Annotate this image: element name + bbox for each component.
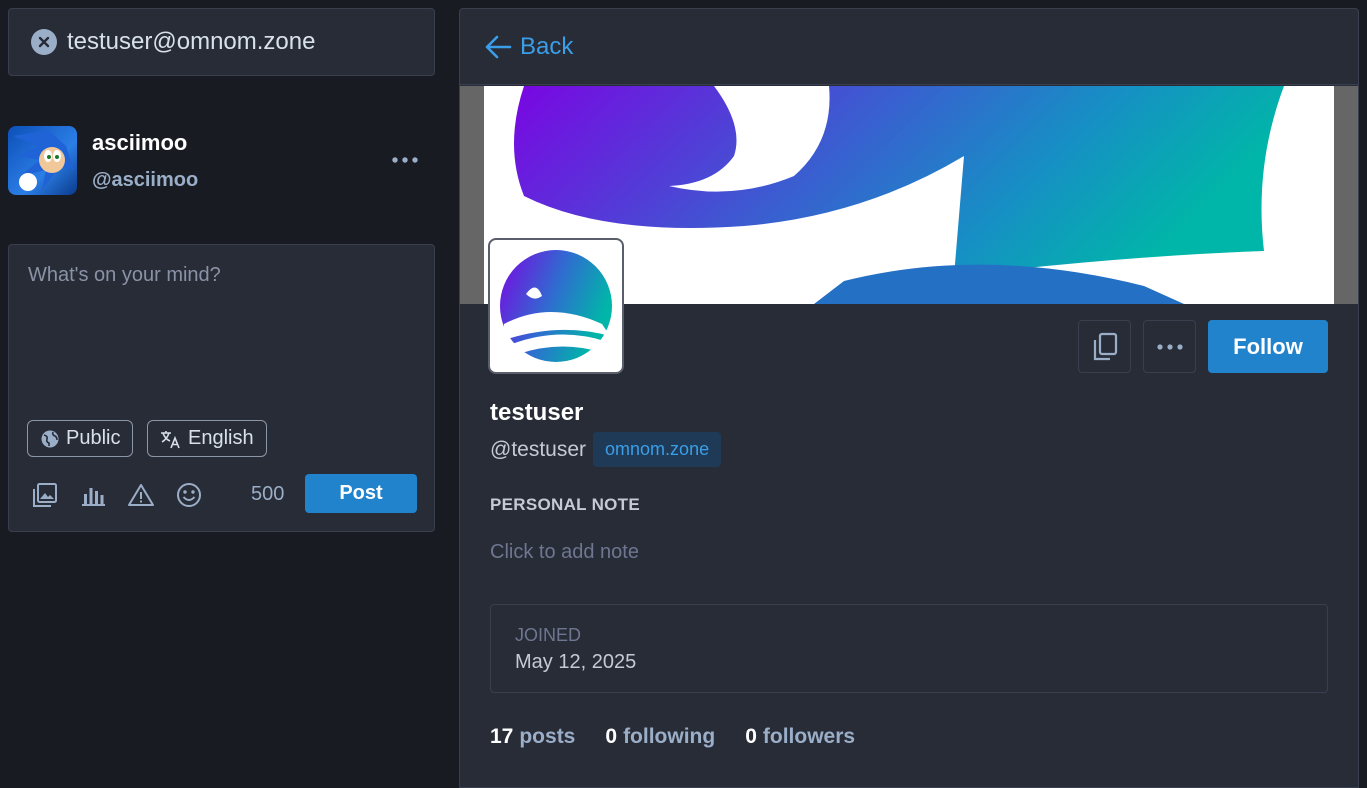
profile-stats: 17 posts 0 following 0 followers [490,725,885,749]
arrow-left-icon [485,35,512,58]
compose-tools [31,481,223,509]
followers-link[interactable]: 0 followers [745,725,855,749]
image-icon[interactable] [31,481,59,509]
search-box[interactable]: testuser@omnom.zone [8,8,435,76]
left-column: testuser@omnom.zone asciimoo @asciimoo W… [0,0,443,771]
warning-icon[interactable] [127,481,155,509]
compose-form: Public English [8,244,435,532]
back-button[interactable]: Back [460,9,1358,85]
current-account: asciimoo @asciimoo [8,126,435,196]
account-display-name[interactable]: asciimoo [92,130,187,156]
avatar[interactable] [8,126,77,195]
posts-label: posts [519,725,576,748]
emoji-icon[interactable] [175,481,203,509]
search-input[interactable]: testuser@omnom.zone [67,28,315,56]
visibility-button[interactable]: Public [27,420,134,457]
joined-field: JOINED May 12, 2025 [490,604,1328,693]
profile-display-name: testuser [490,399,584,426]
globe-icon [41,430,59,447]
posts-link[interactable]: 17 posts [490,725,575,749]
profile-handle-row: @testuser omnom.zone [490,432,722,467]
copy-button[interactable] [1078,320,1131,373]
ellipsis-icon [1156,343,1183,350]
follow-button[interactable]: Follow [1208,320,1328,373]
copy-icon [1093,332,1117,360]
following-label: following [623,725,716,748]
personal-note-input[interactable]: Click to add note [490,541,639,564]
visibility-label: Public [66,427,121,449]
language-label: English [188,427,254,449]
followers-label: followers [762,725,856,748]
joined-label: JOINED [515,625,582,645]
character-counter: 500 [251,483,285,505]
more-button[interactable] [1143,320,1196,373]
ellipsis-icon[interactable] [390,146,420,174]
account-handle: @asciimoo [92,169,199,191]
following-count: 0 [605,725,618,748]
poll-icon[interactable] [79,481,107,509]
language-button[interactable]: English [147,420,267,457]
profile-panel: Back Follow testuser @testuser omnom.zon… [459,8,1359,788]
posts-count: 17 [490,725,514,748]
profile-handle: @testuser [490,437,587,461]
compose-textarea[interactable] [10,246,433,406]
translate-icon [161,430,180,448]
following-link[interactable]: 0 following [605,725,715,749]
followers-count: 0 [745,725,757,748]
close-circle-icon[interactable] [31,29,57,55]
profile-avatar[interactable] [488,238,624,374]
post-button[interactable]: Post [305,474,417,513]
joined-date: May 12, 2025 [515,651,637,673]
personal-note-label: PERSONAL NOTE [490,495,640,514]
domain-badge[interactable]: omnom.zone [593,432,722,467]
back-label: Back [520,32,574,60]
